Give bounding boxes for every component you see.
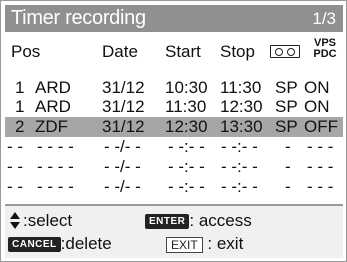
delete-label: :delete bbox=[60, 234, 112, 253]
access-label: : access bbox=[189, 211, 252, 230]
page-indicator: 1/3 bbox=[312, 9, 336, 28]
timer-vps: - - - bbox=[307, 157, 334, 176]
timer-stop: - -:- - bbox=[221, 137, 258, 156]
timer-start: 12:30 bbox=[165, 117, 208, 136]
enter-hint: ENTER: access bbox=[145, 211, 252, 231]
timer-stop: 12:30 bbox=[220, 97, 263, 116]
screen-title: Timer recording bbox=[11, 7, 146, 29]
timer-start: 11:30 bbox=[165, 97, 207, 116]
exit-hint: EXIT : exit bbox=[166, 234, 243, 254]
timer-vps: - - - bbox=[307, 177, 334, 196]
timer-vps: ON bbox=[304, 97, 330, 116]
timer-channel: ZDF bbox=[35, 117, 69, 136]
timer-date: 31/12 bbox=[102, 97, 145, 116]
timer-speed: - bbox=[285, 137, 291, 156]
timer-stop: - -:- - bbox=[221, 177, 258, 196]
timer-pos: - - bbox=[7, 157, 24, 176]
delete-hint: CANCEL:delete bbox=[8, 234, 112, 254]
timer-channel: ARD bbox=[35, 78, 71, 97]
timer-speed: - bbox=[285, 177, 291, 196]
timer-row[interactable]: - - - - - - - -/- - - -:- - - -:- - -- - - bbox=[1, 137, 346, 157]
timer-row[interactable]: - - - - - - - -/- - - -:- - - -:- - -- - - bbox=[1, 177, 346, 197]
timer-speed: SP bbox=[275, 97, 298, 116]
timer-channel: - - - - bbox=[37, 157, 74, 176]
timer-date: 31/12 bbox=[102, 78, 145, 97]
timer-pos: 2 bbox=[15, 117, 25, 136]
header-date: Date bbox=[102, 42, 138, 61]
timer-channel: - - - - bbox=[37, 177, 74, 196]
timer-pos: - - bbox=[7, 177, 24, 196]
timer-date: - -/- - bbox=[104, 137, 141, 156]
timer-row[interactable]: 1 ARD 31/12 10:30 11:30 SP ON bbox=[1, 78, 346, 98]
key-help-footer: :select ENTER: access CANCEL:delete EXIT… bbox=[5, 204, 343, 258]
tape-icon bbox=[270, 45, 300, 58]
up-down-arrows-icon bbox=[9, 212, 21, 230]
timer-start: - -:- - bbox=[168, 177, 205, 196]
timer-date: - -/- - bbox=[104, 177, 141, 196]
timer-pos: 1 bbox=[15, 78, 25, 97]
timer-channel: - - - - bbox=[37, 137, 74, 156]
timer-speed: - bbox=[285, 157, 291, 176]
timer-date: - -/- - bbox=[104, 157, 141, 176]
timer-speed: SP bbox=[275, 78, 298, 97]
header-start: Start bbox=[165, 42, 201, 61]
header-stop: Stop bbox=[220, 42, 255, 61]
timer-start: 10:30 bbox=[165, 78, 208, 97]
timer-channel: ARD bbox=[35, 97, 71, 116]
timer-row[interactable]: - - - - - - - -/- - - -:- - - -:- - -- - - bbox=[1, 157, 346, 177]
timer-vps: - - - bbox=[307, 137, 334, 156]
enter-key: ENTER bbox=[145, 214, 190, 230]
select-hint: :select bbox=[23, 211, 73, 230]
exit-label: : exit bbox=[207, 234, 244, 253]
timer-vps: OFF bbox=[304, 117, 338, 136]
cancel-key: CANCEL bbox=[8, 237, 61, 253]
title-bar: Timer recording 1/3 bbox=[5, 5, 343, 32]
timer-pos: - - bbox=[7, 137, 24, 156]
timer-start: - -:- - bbox=[168, 157, 205, 176]
timer-stop: - -:- - bbox=[221, 157, 258, 176]
header-vps-pdc: VPS PDC bbox=[313, 37, 337, 60]
timer-start: - -:- - bbox=[168, 137, 205, 156]
timer-pos: 1 bbox=[15, 97, 25, 116]
timer-row[interactable]: 1 ARD 31/12 11:30 12:30 SP ON bbox=[1, 97, 346, 117]
timer-vps: ON bbox=[304, 78, 330, 97]
timer-date: 31/12 bbox=[102, 117, 145, 136]
header-pos: Pos bbox=[11, 42, 41, 61]
exit-key: EXIT bbox=[166, 236, 203, 253]
timer-row[interactable]: 2 ZDF 31/12 12:30 13:30 SP OFF bbox=[5, 117, 343, 137]
timer-recording-screen: Timer recording 1/3 Pos Date Start Stop … bbox=[0, 0, 347, 262]
timer-stop: 13:30 bbox=[220, 117, 263, 136]
timer-stop: 11:30 bbox=[220, 78, 262, 97]
timer-speed: SP bbox=[275, 117, 298, 136]
